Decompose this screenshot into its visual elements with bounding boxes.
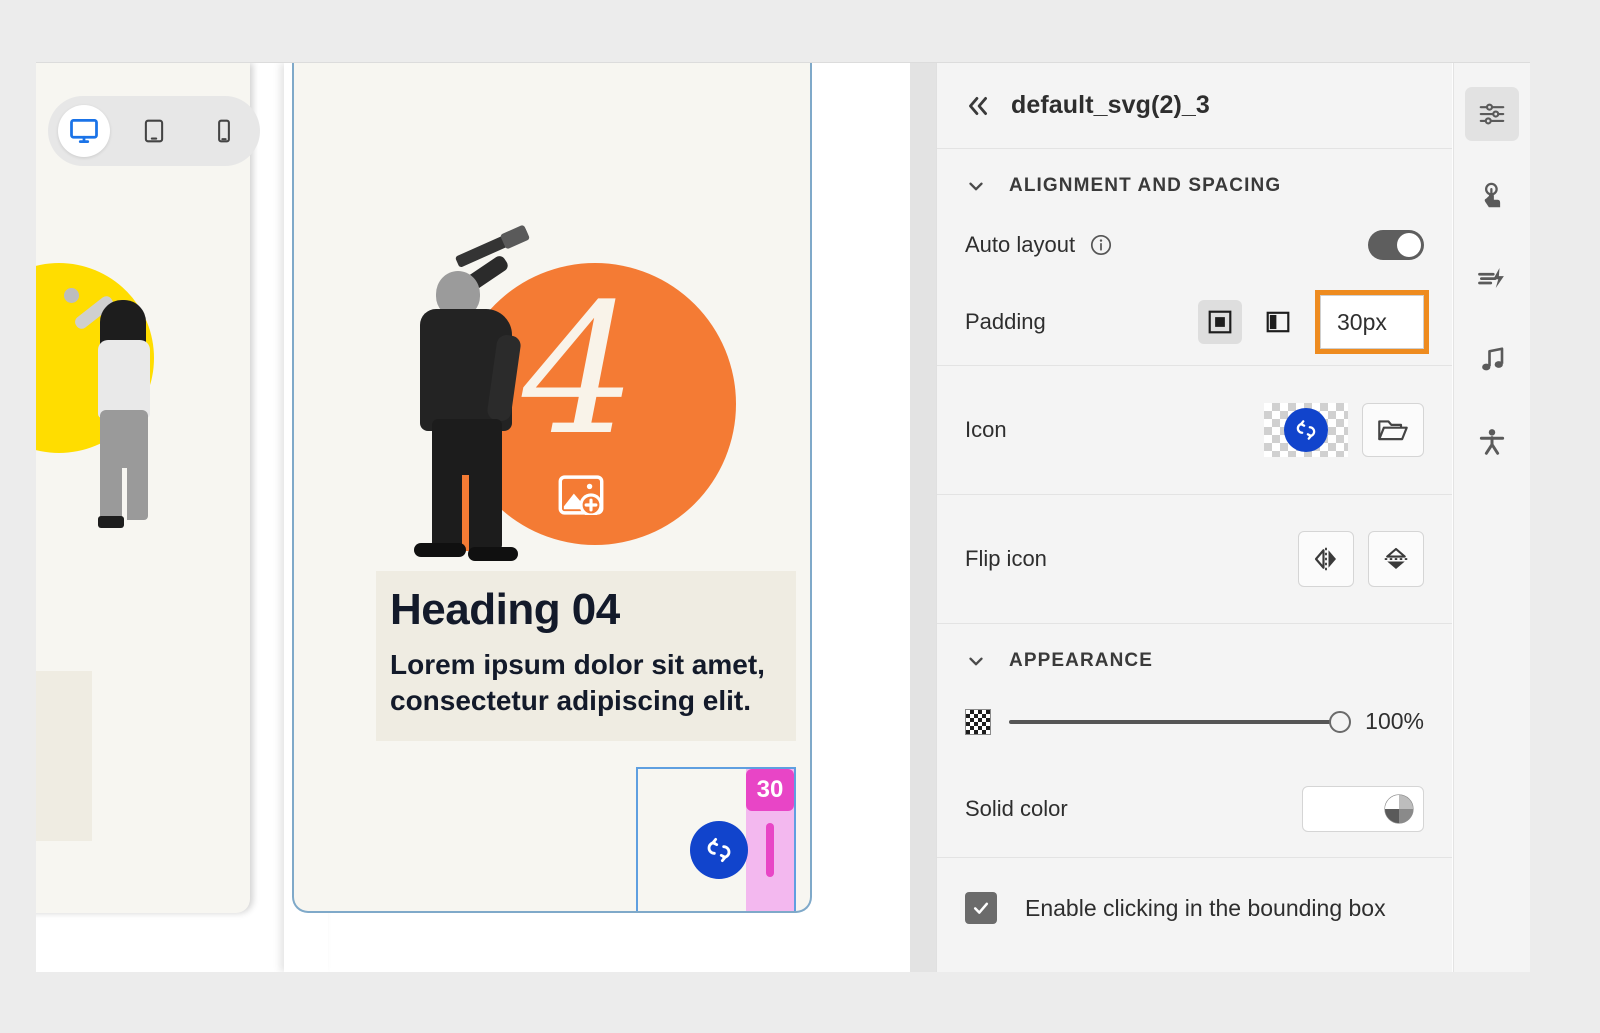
row-flip-icon: Flip icon xyxy=(937,495,1452,623)
add-image-icon[interactable] xyxy=(558,475,604,515)
selected-swap-button[interactable] xyxy=(690,821,748,879)
row-bounding-box: Enable clicking in the bounding box xyxy=(937,858,1452,958)
section-flip-icon: Flip icon xyxy=(937,495,1452,624)
phone-icon xyxy=(213,118,235,144)
solid-color-label: Solid color xyxy=(965,796,1068,822)
row-icon: Icon xyxy=(937,366,1452,494)
card-previous-body: or sit amet, scing elit. xyxy=(36,747,92,819)
card-selected-body-line1: Lorem ipsum dolor sit amet, xyxy=(390,647,782,683)
double-chevron-left-icon[interactable] xyxy=(965,93,991,119)
section-alignment-label: ALIGNMENT AND SPACING xyxy=(1009,175,1281,197)
device-switcher[interactable] xyxy=(48,96,260,166)
section-alignment-header[interactable]: ALIGNMENT AND SPACING xyxy=(937,149,1452,211)
row-opacity: 100% xyxy=(937,686,1452,761)
section-appearance: APPEARANCE 100% Solid color xyxy=(937,624,1452,858)
rail-item-audio[interactable] xyxy=(1465,333,1519,387)
swap-arrows-icon xyxy=(703,834,735,866)
checkmark-icon xyxy=(971,898,991,918)
music-note-icon xyxy=(1477,345,1507,375)
card-previous-body-line1: or sit amet, xyxy=(36,747,92,783)
flip-icon-label: Flip icon xyxy=(965,546,1047,572)
checkerboard-icon xyxy=(965,709,991,735)
monitor-icon xyxy=(69,116,99,146)
opacity-slider-knob[interactable] xyxy=(1329,711,1351,733)
solid-color-swatch[interactable] xyxy=(1302,786,1424,832)
auto-layout-toggle[interactable] xyxy=(1368,230,1424,260)
icon-thumbnail[interactable] xyxy=(1264,403,1348,457)
icon-browse-button[interactable] xyxy=(1362,403,1424,457)
device-option-mobile[interactable] xyxy=(198,105,250,157)
chevron-down-icon xyxy=(965,175,987,197)
selection-bounding-box[interactable]: 30 xyxy=(636,767,796,913)
padding-label: Padding xyxy=(965,309,1046,335)
panel-title: default_svg(2)_3 xyxy=(1011,91,1210,120)
panel-header: default_svg(2)_3 xyxy=(937,63,1452,149)
folder-open-icon xyxy=(1377,416,1409,444)
flip-vertical-icon xyxy=(1381,544,1411,574)
flip-horizontal-icon xyxy=(1311,544,1341,574)
rail-item-accessibility[interactable] xyxy=(1465,415,1519,469)
flip-vertical-button[interactable] xyxy=(1368,531,1424,587)
card-previous-textblock: 3 or sit amet, scing elit. xyxy=(36,671,92,841)
tablet-icon xyxy=(141,118,167,144)
card-previous[interactable]: 3 or sit amet, scing elit. xyxy=(36,63,250,913)
card-selected-textblock: Heading 04 Lorem ipsum dolor sit amet, c… xyxy=(376,571,796,741)
device-option-desktop[interactable] xyxy=(58,105,110,157)
swap-arrows-icon xyxy=(1293,417,1319,443)
icon-label: Icon xyxy=(965,417,1007,443)
info-icon[interactable] xyxy=(1089,233,1113,257)
padding-all-sides-icon xyxy=(1207,309,1233,335)
row-solid-color: Solid color xyxy=(937,761,1452,857)
row-padding: Padding 30px xyxy=(937,279,1452,365)
rail-item-animation[interactable] xyxy=(1465,251,1519,305)
canvas-area[interactable]: 3 or sit amet, scing elit. 4 xyxy=(36,63,910,972)
bounding-box-label: Enable clicking in the bounding box xyxy=(1025,895,1386,922)
section-appearance-label: APPEARANCE xyxy=(1009,650,1153,672)
card-selected-body-line2: consectetur adipiscing elit. xyxy=(390,683,782,719)
sliders-icon xyxy=(1477,99,1507,129)
section-alignment-and-spacing: ALIGNMENT AND SPACING Auto layout Paddin… xyxy=(937,149,1452,366)
figure-pointing-woman xyxy=(58,278,173,540)
motion-speed-icon xyxy=(1477,263,1507,293)
panel-gutter xyxy=(910,63,936,972)
card-selected[interactable]: 4 Heading 04 Lorem ipsum dolor sit amet, xyxy=(292,63,812,913)
rail-item-properties[interactable] xyxy=(1465,87,1519,141)
section-appearance-header[interactable]: APPEARANCE xyxy=(937,624,1452,686)
row-auto-layout: Auto layout xyxy=(937,211,1452,279)
tap-hand-icon xyxy=(1477,181,1507,211)
padding-mode-all-button[interactable] xyxy=(1198,300,1242,344)
card-selected-heading: Heading 04 xyxy=(390,587,782,633)
chevron-down-icon xyxy=(965,650,987,672)
rail-item-interactions[interactable] xyxy=(1465,169,1519,223)
right-icon-rail xyxy=(1453,63,1530,972)
auto-layout-label: Auto layout xyxy=(965,232,1075,258)
toggle-knob xyxy=(1397,233,1421,257)
section-icon: Icon xyxy=(937,366,1452,495)
bounding-box-checkbox[interactable] xyxy=(965,892,997,924)
properties-panel: default_svg(2)_3 ALIGNMENT AND SPACING A… xyxy=(936,63,1452,972)
card-previous-heading: 3 xyxy=(36,687,92,733)
app-window: 3 or sit amet, scing elit. 4 xyxy=(36,62,1530,972)
padding-measure-tick xyxy=(766,823,774,877)
padding-horizontal-icon xyxy=(1265,309,1291,335)
color-wheel-icon xyxy=(1381,791,1417,827)
opacity-value-label: 100% xyxy=(1358,708,1424,735)
card-previous-body-line2: scing elit. xyxy=(36,783,92,819)
padding-value-input[interactable]: 30px xyxy=(1320,295,1424,349)
padding-value-badge: 30 xyxy=(746,769,794,811)
padding-mode-horizontal-button[interactable] xyxy=(1256,300,1300,344)
figure-man-with-telescope xyxy=(406,251,546,587)
card-selected-body: Lorem ipsum dolor sit amet, consectetur … xyxy=(390,647,782,719)
flip-horizontal-button[interactable] xyxy=(1298,531,1354,587)
accessibility-person-icon xyxy=(1477,427,1507,457)
opacity-slider[interactable] xyxy=(1009,720,1340,724)
device-option-tablet[interactable] xyxy=(128,105,180,157)
